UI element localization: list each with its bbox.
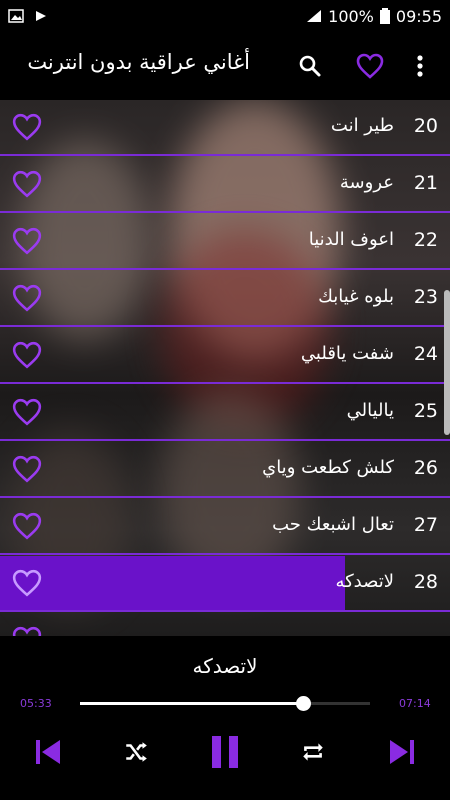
skip-next-icon bbox=[390, 740, 414, 764]
clock: 09:55 bbox=[395, 6, 442, 26]
list-item[interactable]: 23 بلوه غيابك bbox=[0, 271, 450, 327]
list-item[interactable]: 22 اعوف الدنيا bbox=[0, 214, 450, 270]
shuffle-button[interactable] bbox=[112, 728, 160, 776]
heart-icon[interactable] bbox=[12, 226, 42, 256]
pause-icon bbox=[212, 736, 238, 768]
total-time: 07:14 bbox=[399, 697, 431, 710]
skip-previous-icon bbox=[36, 740, 60, 764]
previous-button[interactable] bbox=[24, 728, 72, 776]
repeat-icon bbox=[303, 743, 323, 761]
favorites-button[interactable] bbox=[350, 46, 390, 86]
heart-icon[interactable] bbox=[12, 340, 42, 370]
next-button[interactable] bbox=[378, 728, 426, 776]
more-options-button[interactable] bbox=[402, 46, 438, 86]
heart-icon[interactable] bbox=[12, 625, 42, 636]
track-title: شفت ياقلبي bbox=[300, 343, 394, 364]
heart-icon[interactable] bbox=[12, 454, 42, 484]
track-number: 21 bbox=[413, 172, 438, 194]
player-bar: لاتصدكه 05:33 07:14 bbox=[0, 636, 450, 800]
track-title: عروسة bbox=[339, 172, 394, 193]
track-number: 24 bbox=[413, 343, 438, 365]
app-title: أغاني عراقية بدون انترنت bbox=[27, 50, 250, 74]
track-title: اعوف الدنيا bbox=[308, 229, 394, 250]
seek-progress bbox=[80, 702, 304, 705]
download-notification-icon bbox=[36, 11, 46, 21]
track-number: 22 bbox=[413, 229, 438, 251]
search-button[interactable] bbox=[290, 46, 330, 86]
list-item[interactable]: 21 عروسة bbox=[0, 157, 450, 213]
list-item[interactable]: 24 شفت ياقلبي bbox=[0, 328, 450, 384]
heart-icon[interactable] bbox=[12, 169, 42, 199]
heart-icon[interactable] bbox=[12, 568, 42, 598]
battery-icon bbox=[379, 8, 390, 24]
seek-thumb[interactable] bbox=[296, 696, 312, 711]
pause-button[interactable] bbox=[201, 728, 249, 776]
app-bar: أغاني عراقية بدون انترنت bbox=[0, 32, 450, 100]
track-number: 27 bbox=[413, 514, 438, 536]
list-item-active[interactable]: 28 لاتصدكه bbox=[0, 556, 450, 612]
list-item[interactable]: 27 تعال اشبعك حب bbox=[0, 499, 450, 555]
heart-icon[interactable] bbox=[12, 283, 42, 313]
track-title: بلوه غيابك bbox=[318, 286, 394, 307]
track-title: ياليالي bbox=[346, 400, 394, 421]
now-playing-title: لاتصدكه bbox=[192, 654, 258, 678]
track-title: كلش كطعت وياي bbox=[262, 457, 394, 478]
seek-bar[interactable] bbox=[80, 696, 370, 711]
track-title: لاتصدكه bbox=[335, 571, 394, 592]
scrollbar[interactable] bbox=[444, 290, 450, 435]
list-item[interactable]: 26 كلش كطعت وياي bbox=[0, 442, 450, 498]
track-title: طير انت bbox=[330, 115, 394, 136]
song-list[interactable]: 20 طير انت 21 عروسة 22 اعوف الدنيا 23 بل… bbox=[0, 100, 450, 636]
active-highlight bbox=[0, 556, 345, 610]
battery-percent: 100% bbox=[328, 6, 374, 26]
heart-icon[interactable] bbox=[12, 397, 42, 427]
notification-icons bbox=[8, 9, 48, 23]
more-icon bbox=[417, 55, 423, 77]
heart-icon bbox=[356, 53, 384, 79]
status-bar: 100% 09:55 bbox=[0, 0, 450, 32]
track-number: 23 bbox=[413, 286, 438, 308]
list-item[interactable]: 25 ياليالي bbox=[0, 385, 450, 441]
list-item-partial[interactable] bbox=[0, 613, 450, 636]
heart-icon[interactable] bbox=[12, 511, 42, 541]
track-title: تعال اشبعك حب bbox=[272, 514, 394, 535]
signal-icon bbox=[307, 10, 322, 22]
track-number: 25 bbox=[413, 400, 438, 422]
track-number: 28 bbox=[413, 571, 438, 593]
shuffle-icon bbox=[126, 742, 147, 762]
list-item[interactable]: 20 طير انت bbox=[0, 100, 450, 156]
track-number: 20 bbox=[413, 115, 438, 137]
track-number: 26 bbox=[413, 457, 438, 479]
search-icon bbox=[299, 55, 321, 77]
heart-icon[interactable] bbox=[12, 112, 42, 142]
repeat-button[interactable] bbox=[289, 728, 337, 776]
elapsed-time: 05:33 bbox=[20, 697, 52, 710]
image-notification-icon bbox=[8, 9, 24, 23]
